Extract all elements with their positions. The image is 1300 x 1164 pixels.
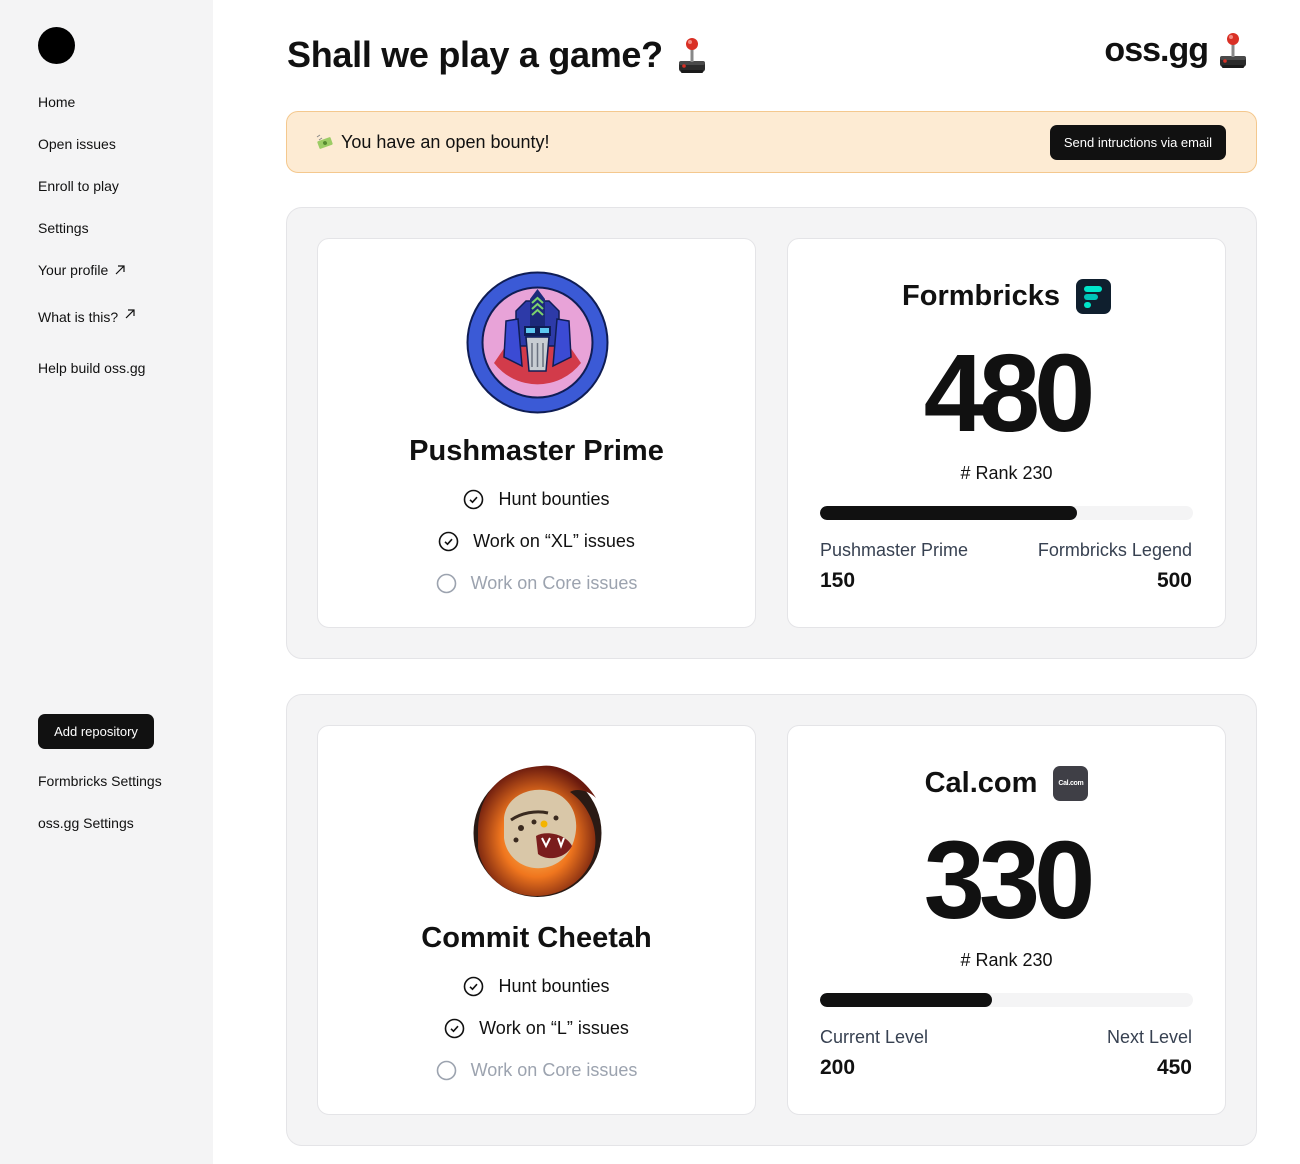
player-name: Pushmaster Prime (409, 435, 664, 467)
sidebar-item-label: Home (38, 94, 76, 110)
current-level-value: 200 (820, 1056, 856, 1079)
sidebar-item-label: oss.gg Settings (38, 815, 134, 831)
banner-message: You have an open bounty! (315, 132, 550, 153)
calcom-logo-icon: Cal.com (1053, 766, 1089, 801)
check-circle-icon (438, 531, 459, 552)
skill-item: Work on Core issues (318, 573, 755, 594)
repo-section-calcom: Commit Cheetah Hunt bounties Work on “L”… (286, 694, 1257, 1146)
current-level-label: Pushmaster Prime (820, 540, 969, 560)
add-repository-button[interactable]: Add repository (38, 714, 154, 749)
sidebar-item-your-profile[interactable]: Your profile (38, 262, 126, 278)
page-title: Shall we play a game? (287, 34, 707, 76)
check-circle-icon (444, 1018, 465, 1039)
sidebar-item-what-is-this[interactable]: What is this? (38, 309, 136, 325)
player-card: Pushmaster Prime Hunt bounties Work on “… (317, 238, 756, 628)
skill-label: Work on “XL” issues (473, 531, 635, 551)
skill-label: Work on Core issues (470, 573, 638, 593)
level-progress-fill (820, 993, 992, 1007)
next-level-label: Formbricks Legend (1037, 540, 1192, 560)
sidebar: Home Open issues Enroll to play Settings… (0, 0, 213, 1164)
money-icon (316, 134, 333, 149)
sidebar-item-ossgg-settings[interactable]: oss.gg Settings (38, 815, 134, 831)
external-link-icon (115, 265, 125, 275)
level-progress-bar (820, 506, 1193, 520)
sidebar-item-label: Formbricks Settings (38, 773, 162, 789)
repo-rank: # Rank 230 (960, 463, 1053, 483)
repo-score: 330 (923, 819, 1096, 942)
joystick-icon (678, 38, 705, 73)
sidebar-item-settings[interactable]: Settings (38, 220, 89, 236)
sidebar-item-open-issues[interactable]: Open issues (38, 136, 116, 152)
external-link-icon (125, 309, 135, 319)
skill-label: Hunt bounties (498, 976, 610, 996)
formbricks-logo-icon (1075, 279, 1111, 314)
brand-text: oss.gg (1104, 30, 1209, 69)
sidebar-item-label: Your profile (38, 262, 109, 278)
sidebar-item-label: What is this? (38, 309, 119, 325)
sidebar-item-enroll[interactable]: Enroll to play (38, 178, 119, 194)
current-level-value: 150 (820, 569, 856, 592)
repo-card: Cal.com Cal.com 330 # Rank 230 Current L… (787, 725, 1226, 1115)
sidebar-item-formbricks-settings[interactable]: Formbricks Settings (38, 773, 162, 789)
page-title-text: Shall we play a game? (287, 34, 663, 75)
level-progress-fill (820, 506, 1078, 520)
current-level-label: Current Level (820, 1027, 929, 1047)
robot-avatar (466, 271, 609, 414)
player-name: Commit Cheetah (421, 922, 652, 954)
repo-rank: # Rank 230 (960, 950, 1053, 970)
brand-logo[interactable]: oss.gg (1104, 30, 1248, 70)
next-level-value: 450 (1156, 1056, 1192, 1079)
skill-item: Work on Core issues (318, 1060, 755, 1081)
repo-card: Formbricks 480 # Rank 230 Pushmaster Pri… (787, 238, 1226, 628)
sidebar-item-label: Help build oss.gg (38, 360, 146, 376)
skill-label: Work on “L” issues (479, 1018, 629, 1038)
send-instructions-button[interactable]: Send intructions via email (1049, 124, 1226, 160)
level-progress-bar (820, 993, 1193, 1007)
repo-name: Formbricks (902, 280, 1060, 312)
repo-score: 480 (923, 332, 1096, 455)
repo-title: Formbricks (788, 279, 1225, 314)
sidebar-item-label: Open issues (38, 136, 116, 152)
user-avatar[interactable] (38, 27, 75, 64)
repo-name: Cal.com (924, 767, 1038, 799)
check-circle-icon (464, 489, 484, 510)
empty-circle-icon (436, 1060, 456, 1081)
banner-text: You have an open bounty! (341, 131, 550, 152)
sidebar-item-help-build[interactable]: Help build oss.gg (38, 360, 145, 376)
sidebar-item-label: Settings (38, 220, 89, 236)
sidebar-item-home[interactable]: Home (38, 94, 75, 110)
empty-circle-icon (436, 573, 456, 594)
next-level-label: Next Level (1106, 1027, 1192, 1047)
repo-section-formbricks: Pushmaster Prime Hunt bounties Work on “… (286, 207, 1257, 659)
calcom-logo-text: Cal.com (1058, 780, 1084, 787)
bounty-banner: You have an open bounty! Send intruction… (286, 111, 1257, 173)
skill-item: Work on “L” issues (318, 1018, 755, 1039)
joystick-icon (1220, 33, 1246, 68)
next-level-value: 500 (1156, 569, 1192, 592)
check-circle-icon (464, 976, 484, 997)
repo-title: Cal.com Cal.com (788, 766, 1225, 801)
skill-item: Hunt bounties (318, 489, 755, 510)
skill-label: Hunt bounties (498, 489, 610, 509)
skill-item: Hunt bounties (318, 976, 755, 997)
skill-label: Work on Core issues (470, 1060, 638, 1080)
skill-item: Work on “XL” issues (318, 531, 755, 552)
sidebar-item-label: Enroll to play (38, 178, 119, 194)
player-card: Commit Cheetah Hunt bounties Work on “L”… (317, 725, 756, 1115)
cheetah-avatar (473, 765, 602, 897)
